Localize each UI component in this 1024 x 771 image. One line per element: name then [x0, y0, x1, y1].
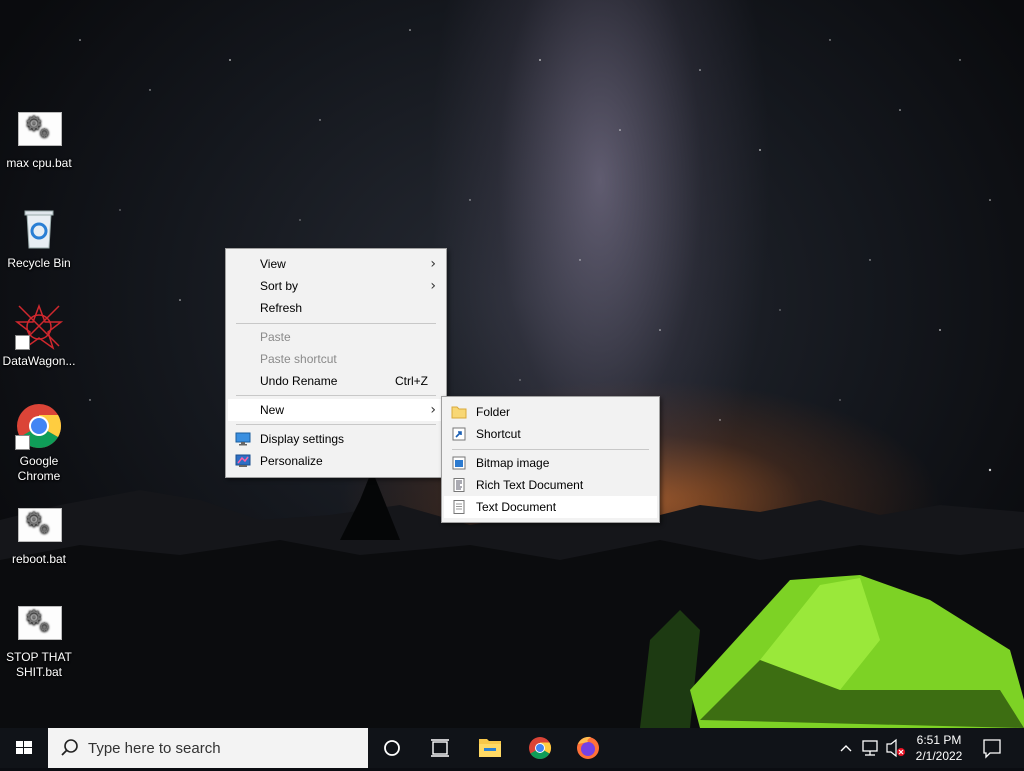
desktop-icon-recycle-bin[interactable]: Recycle Bin	[1, 204, 77, 271]
mountain-silhouette	[0, 470, 1024, 728]
action-center-icon	[983, 739, 1001, 759]
menu-item-new[interactable]: New ›	[228, 399, 444, 421]
volume-muted-icon[interactable]	[884, 728, 908, 768]
menu-separator	[236, 424, 436, 425]
desktop-icon-label-line2: SHIT.bat	[15, 665, 63, 679]
menu-item-paste: Paste	[260, 330, 291, 344]
datawagon-app-icon	[14, 302, 64, 350]
folder-icon	[451, 406, 467, 419]
chrome-icon	[529, 737, 551, 759]
cortana-icon	[384, 740, 400, 756]
taskbar: Type here to search 6:51 PM 2/1/2022	[0, 728, 1024, 768]
desktop-icon-stop-that[interactable]: ⚙ ⚙ STOP THAT SHIT.bat	[1, 598, 77, 680]
desktop-icon-label: reboot.bat	[11, 552, 67, 566]
desktop-icon-google-chrome[interactable]: Google Chrome	[1, 402, 77, 484]
desktop-icon-label: DataWagon...	[2, 354, 76, 368]
clock-time: 6:51 PM	[916, 733, 962, 747]
desktop-icon-label: max cpu.bat	[6, 156, 72, 170]
firefox-taskbar-button[interactable]	[564, 728, 612, 768]
rich-text-icon	[453, 478, 465, 492]
file-explorer-button[interactable]	[466, 728, 514, 768]
file-explorer-icon	[479, 739, 501, 757]
menu-item-refresh[interactable]: Refresh	[228, 297, 444, 319]
shortcut-overlay-icon	[15, 335, 30, 350]
display-icon	[235, 432, 251, 446]
windows-logo-icon	[16, 741, 32, 754]
shortcut-overlay-icon	[15, 435, 30, 450]
search-icon	[61, 739, 78, 756]
desktop-icon-reboot[interactable]: ⚙ ⚙ reboot.bat	[1, 500, 77, 567]
chevron-up-icon[interactable]	[836, 728, 856, 768]
task-view-button[interactable]	[416, 728, 464, 768]
submenu-item-folder[interactable]: Folder	[444, 401, 657, 423]
network-icon[interactable]	[860, 728, 882, 768]
chrome-icon	[15, 402, 63, 450]
chrome-taskbar-button[interactable]	[516, 728, 564, 768]
desktop-icon-label-line1: Google	[19, 454, 59, 468]
desktop-icon-label-line2: Chrome	[17, 469, 61, 483]
submenu-item-bitmap[interactable]: Bitmap image	[444, 452, 657, 474]
shortcut-icon	[452, 427, 466, 441]
desktop-icon-label: Recycle Bin	[7, 256, 71, 270]
menu-item-view[interactable]: View ›	[228, 253, 444, 275]
menu-item-paste-shortcut: Paste shortcut	[260, 352, 337, 366]
batch-file-icon: ⚙ ⚙	[15, 500, 63, 548]
cortana-button[interactable]	[368, 728, 416, 768]
task-view-icon	[431, 739, 449, 757]
personalize-icon	[235, 454, 251, 467]
new-submenu: Folder Shortcut Bitmap image Rich Text D…	[441, 396, 660, 523]
menu-separator	[236, 323, 436, 324]
bitmap-icon	[452, 456, 466, 470]
menu-item-sort-by[interactable]: Sort by ›	[228, 275, 444, 297]
desktop-context-menu: View › Sort by › Refresh Paste Paste sho…	[225, 248, 447, 478]
menu-separator	[236, 395, 436, 396]
desktop-wallpaper	[0, 0, 1024, 728]
search-placeholder: Type here to search	[88, 740, 221, 757]
batch-file-icon: ⚙ ⚙	[15, 104, 63, 152]
batch-file-icon: ⚙ ⚙	[15, 598, 63, 646]
taskbar-search-box[interactable]: Type here to search	[48, 728, 368, 768]
menu-separator	[452, 449, 649, 450]
menu-item-personalize[interactable]: Personalize	[228, 450, 444, 472]
submenu-item-text-document[interactable]: Text Document	[444, 496, 657, 518]
desktop-icon-max-cpu[interactable]: ⚙ ⚙ max cpu.bat	[1, 104, 77, 171]
firefox-icon	[577, 736, 599, 759]
chevron-right-icon: ›	[430, 256, 436, 272]
recycle-bin-icon	[15, 204, 63, 252]
chevron-right-icon: ›	[430, 402, 436, 418]
taskbar-clock[interactable]: 6:51 PM 2/1/2022	[908, 732, 970, 764]
chevron-right-icon: ›	[430, 278, 436, 294]
system-tray	[836, 728, 908, 768]
menu-item-display-settings[interactable]: Display settings	[228, 428, 444, 450]
action-center-button[interactable]	[972, 728, 1012, 768]
shortcut-hint: Ctrl+Z	[395, 374, 428, 388]
desktop-icon-label-line1: STOP THAT	[6, 650, 72, 664]
desktop-icon-datawagon[interactable]: DataWagon...	[1, 302, 77, 369]
start-button[interactable]	[0, 728, 48, 768]
submenu-item-shortcut[interactable]: Shortcut	[444, 423, 657, 445]
submenu-item-rich-text[interactable]: Rich Text Document	[444, 474, 657, 496]
text-document-icon	[453, 500, 465, 514]
clock-date: 2/1/2022	[915, 749, 963, 763]
menu-item-undo-rename[interactable]: Undo Rename Ctrl+Z	[228, 370, 444, 392]
